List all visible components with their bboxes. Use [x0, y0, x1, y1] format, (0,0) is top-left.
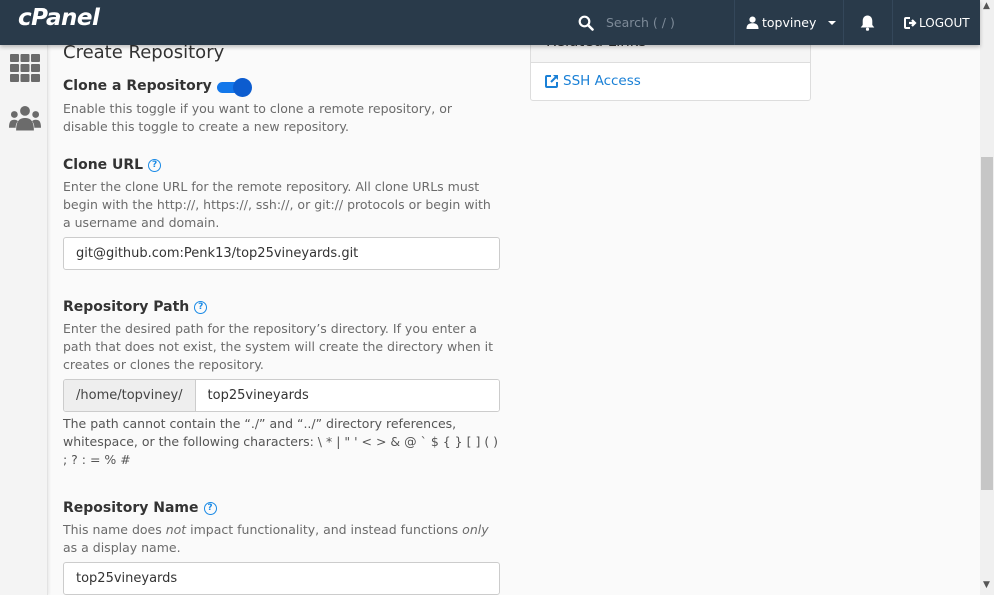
- scroll-down-arrow-icon[interactable]: ▼: [983, 580, 990, 590]
- related-links-panel: Related Links SSH Access: [530, 45, 811, 101]
- repository-path-input[interactable]: [195, 380, 499, 411]
- sidebar-item-tools[interactable]: [9, 52, 41, 84]
- clone-url-description: Enter the clone URL for the remote repos…: [63, 179, 491, 230]
- sidebar-item-users[interactable]: [9, 102, 41, 134]
- clone-url-group: Clone URL ? Enter the clone URL for the …: [63, 157, 500, 270]
- path-prefix: /home/topviney/: [64, 380, 196, 411]
- toggle-knob: [232, 78, 252, 97]
- repository-name-group: Repository Name ? This name does not imp…: [63, 500, 500, 595]
- repository-path-description: Enter the desired path for the repositor…: [63, 321, 494, 372]
- related-links-title: Related Links: [531, 45, 810, 63]
- scroll-up-arrow-icon[interactable]: ▲: [983, 1, 990, 11]
- desc-emphasis: not: [165, 522, 187, 537]
- username: topviney: [762, 15, 817, 30]
- search-icon: [578, 15, 594, 31]
- nav-divider: [892, 0, 893, 45]
- clone-toggle-description: Enable this toggle if you want to clone …: [63, 101, 452, 134]
- desc-text: as a display name.: [63, 540, 181, 555]
- main-content: Create Repository Clone a Repository Ena…: [48, 45, 980, 595]
- clone-toggle-label: Clone a Repository: [63, 78, 212, 94]
- desc-text: This name does: [63, 522, 166, 537]
- help-icon[interactable]: ?: [203, 501, 217, 515]
- repository-path-group: Repository Path ? Enter the desired path…: [63, 299, 500, 469]
- cpanel-logo[interactable]: cPanel: [18, 5, 100, 31]
- desc-emphasis: only: [462, 522, 489, 537]
- repository-name-label: Repository Name: [63, 500, 199, 516]
- bell-icon: [860, 15, 875, 31]
- nav-divider: [734, 0, 735, 45]
- search-input[interactable]: [606, 15, 746, 30]
- page-title: Create Repository: [63, 45, 225, 63]
- chevron-down-icon: [828, 20, 837, 25]
- help-icon[interactable]: ?: [194, 300, 208, 314]
- logout-label: LOGOUT: [919, 15, 970, 30]
- user-menu[interactable]: topviney: [746, 0, 837, 45]
- repository-path-note: The path cannot contain the “./” and “..…: [63, 416, 499, 467]
- repository-name-input[interactable]: [63, 562, 500, 595]
- users-icon: [9, 106, 41, 131]
- nav-divider: [843, 0, 844, 45]
- notifications-button[interactable]: [860, 0, 875, 45]
- clone-toggle-group: Clone a Repository Enable this toggle if…: [63, 77, 500, 136]
- left-sidebar: [0, 45, 48, 595]
- user-icon: [746, 16, 759, 29]
- clone-repository-toggle[interactable]: [216, 77, 253, 97]
- logout-button[interactable]: LOGOUT: [904, 0, 970, 45]
- external-link-icon: [545, 75, 558, 88]
- scrollbar-thumb[interactable]: [981, 157, 993, 490]
- search-box[interactable]: [578, 0, 746, 45]
- top-navbar: cPanel topviney LOGOUT: [0, 0, 980, 45]
- ssh-access-link[interactable]: SSH Access: [531, 63, 810, 99]
- page-scrollbar[interactable]: ▲ ▼: [980, 0, 994, 595]
- clone-url-label: Clone URL: [63, 157, 144, 173]
- desc-text: impact functionality, and instead functi…: [186, 522, 463, 537]
- repository-name-description: This name does not impact functionality,…: [63, 521, 500, 557]
- repository-path-label: Repository Path: [63, 299, 190, 315]
- grid-icon: [10, 54, 40, 82]
- help-icon[interactable]: ?: [148, 158, 162, 172]
- logout-icon: [904, 16, 917, 29]
- clone-url-input[interactable]: [63, 237, 500, 270]
- repository-path-input-group: /home/topviney/: [63, 379, 500, 412]
- ssh-access-label: SSH Access: [563, 73, 641, 89]
